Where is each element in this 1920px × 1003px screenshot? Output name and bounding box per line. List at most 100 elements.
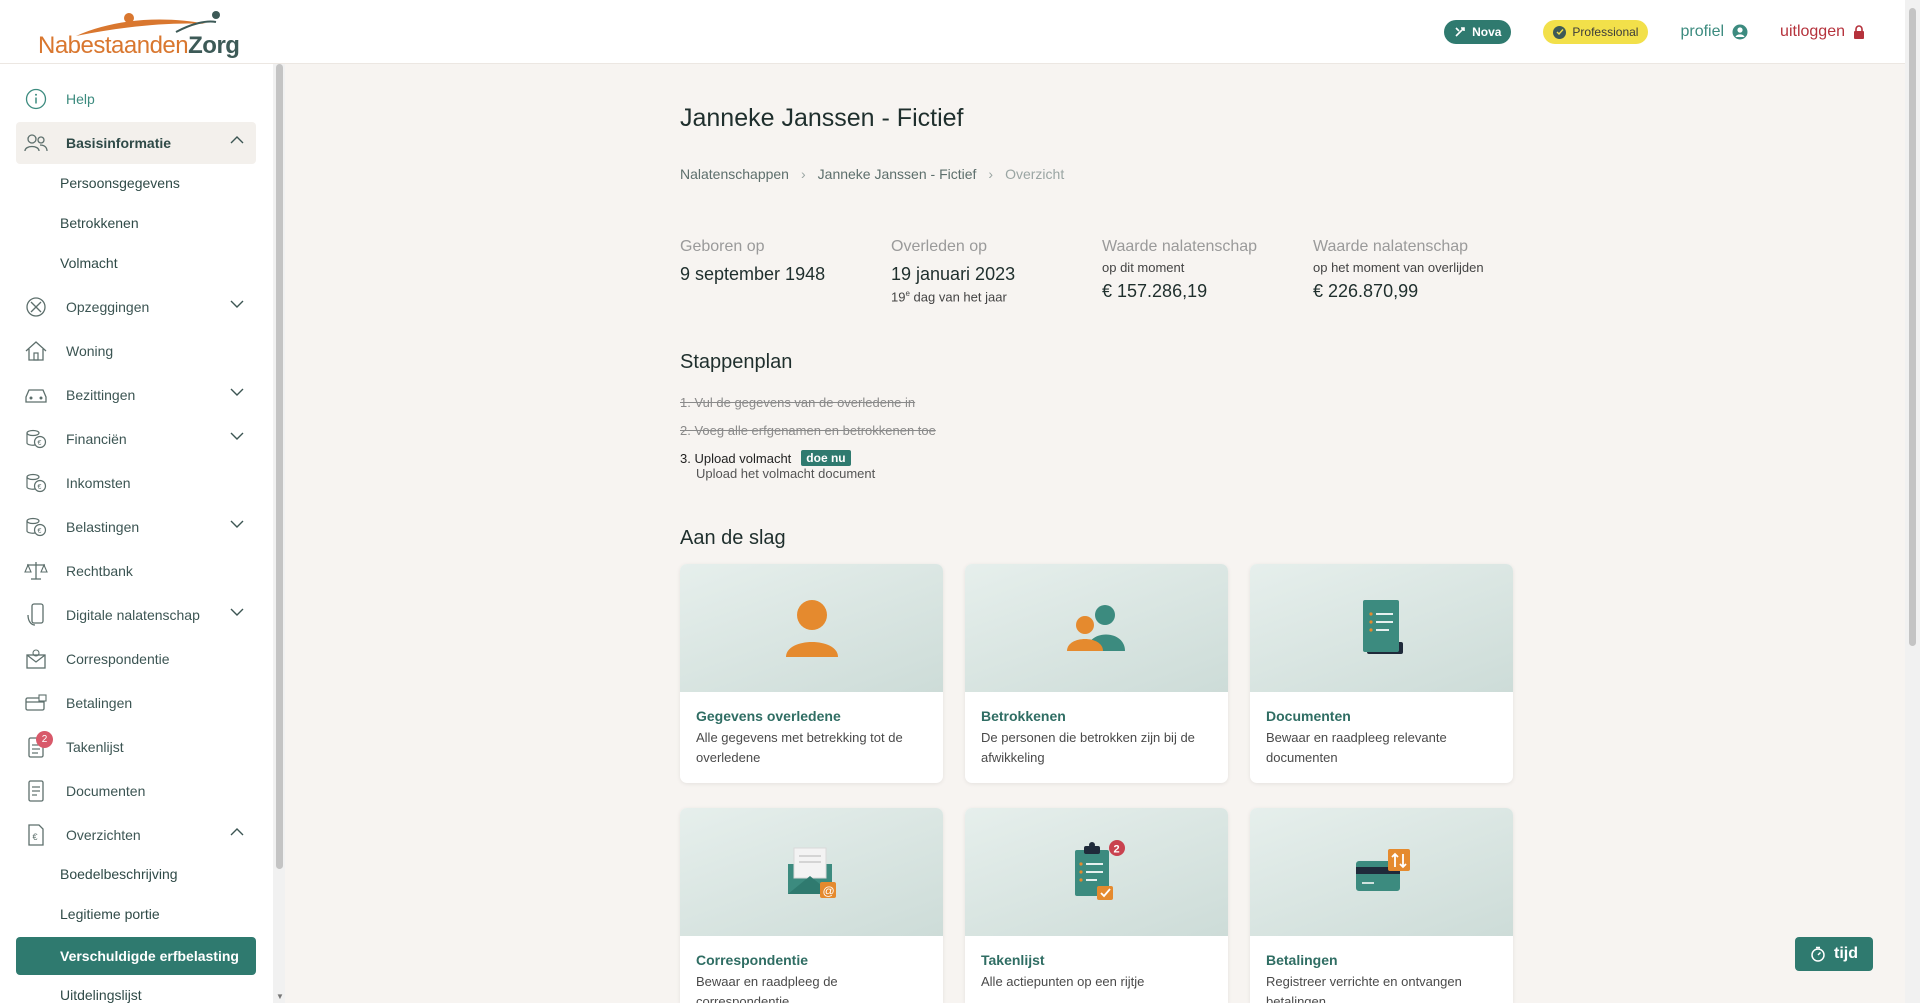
stat-born-label: Geboren op — [680, 238, 765, 255]
card-betrokkenen[interactable]: Betrokkenen De personen die betrokken zi… — [965, 564, 1228, 783]
coins-euro-icon: € — [22, 513, 50, 541]
sidebar: Help Basisinformatie Persoonsgegevens Be… — [0, 64, 285, 1003]
stat-value-death: Waarde nalatenschap op het moment van ov… — [1313, 238, 1553, 302]
step-2: 2. Voeg alle erfgenamen en betrokkenen t… — [680, 422, 936, 438]
sidebar-item-woning[interactable]: Woning — [16, 330, 256, 372]
logo[interactable]: NabestaandenZorg — [36, 10, 240, 60]
chevron-up-icon — [230, 136, 244, 144]
coins-euro-icon: € — [22, 469, 50, 497]
card-correspondentie[interactable]: @ Correspondentie Bewaar en raadpleeg de… — [680, 808, 943, 1003]
check-circle-icon — [1553, 25, 1567, 39]
sidebar-item-belastingen[interactable]: € Belastingen — [16, 506, 256, 548]
scroll-down-arrow-icon[interactable]: ▼ — [276, 992, 284, 1001]
sidebar-item-overzichten[interactable]: € Overzichten — [16, 814, 256, 856]
main-scrollbar[interactable] — [1905, 0, 1920, 1003]
card-description: De personen die betrokken zijn bij de af… — [981, 730, 1195, 765]
card-title: Betrokkenen — [981, 708, 1066, 724]
takenlijst-count-badge: 2 — [36, 731, 53, 748]
card-description: Alle gegevens met betrekking tot de over… — [696, 730, 903, 765]
lock-icon — [1854, 25, 1864, 39]
envelope-at-icon: @ — [787, 847, 836, 898]
stat-value-death-label: Waarde nalatenschap — [1313, 238, 1469, 255]
stat-value-now-value: € 157.286,19 — [1102, 281, 1208, 301]
svg-text:@: @ — [822, 884, 834, 898]
sidebar-scrollbar[interactable]: ▼ — [273, 64, 285, 1003]
top-bar: NabestaandenZorg Nova Professional profi… — [0, 0, 1905, 64]
stat-value-now: Waarde nalatenschap op dit moment € 157.… — [1102, 238, 1302, 302]
logout-link[interactable]: uitloggen — [1780, 23, 1865, 41]
mail-at-icon — [22, 645, 50, 673]
people-icon — [1066, 605, 1125, 651]
stappenplan-heading: Stappenplan — [680, 351, 793, 373]
stat-value-now-label: Waarde nalatenschap — [1102, 238, 1258, 255]
card-gegevens-overledene[interactable]: Gegevens overledene Alle gegevens met be… — [680, 564, 943, 783]
breadcrumb-current: Overzicht — [1005, 166, 1065, 182]
card-description: Alle actiepunten op een rijtje — [981, 974, 1145, 989]
stat-died-value: 19 januari 2023 — [891, 264, 1016, 284]
takenlijst-card-badge: 2 — [1113, 844, 1119, 856]
stat-born-value: 9 september 1948 — [680, 264, 826, 284]
step-3-description: Upload het volmacht document — [696, 466, 876, 481]
aan-de-slag-heading: Aan de slag — [680, 527, 786, 549]
sidebar-item-opzeggingen[interactable]: Opzeggingen — [16, 286, 256, 328]
payment-card-icon — [22, 689, 50, 717]
chevron-down-icon — [230, 388, 244, 396]
sidebar-item-volmacht[interactable]: Volmacht — [60, 255, 118, 271]
sidebar-item-help[interactable]: Help — [16, 78, 256, 120]
svg-text:€: € — [38, 528, 42, 535]
user-circle-icon — [1732, 24, 1748, 40]
stat-value-death-sub: op het moment van overlijden — [1313, 260, 1484, 275]
card-description: Registreer verrichte en ontvangen betali… — [1266, 974, 1462, 1003]
car-icon — [22, 381, 50, 409]
card-betalingen[interactable]: Betalingen Registreer verrichte en ontva… — [1250, 808, 1513, 1003]
sidebar-item-correspondentie[interactable]: Correspondentie — [16, 638, 256, 680]
card-description: Bewaar en raadpleeg relevante documenten — [1266, 730, 1447, 765]
main-scrollbar-thumb[interactable] — [1909, 8, 1916, 646]
clipboard-list-icon: 2 — [22, 731, 53, 761]
chevron-up-icon — [230, 828, 244, 836]
house-icon — [22, 337, 50, 365]
phone-hand-icon — [22, 601, 50, 629]
svg-text:€: € — [38, 484, 42, 491]
sidebar-item-betalingen[interactable]: Betalingen — [16, 682, 256, 724]
card-title: Gegevens overledene — [696, 708, 841, 724]
document-stack-icon — [1362, 600, 1403, 654]
sidebar-item-persoonsgegevens[interactable]: Persoonsgegevens — [60, 175, 180, 191]
clipboard-tasks-icon: 2 — [1074, 840, 1125, 900]
logo-text: NabestaandenZorg — [38, 32, 240, 59]
sidebar-item-legitieme-portie[interactable]: Legitieme portie — [60, 906, 160, 922]
card-takenlijst[interactable]: 2 Takenlijst Alle actiepunten op een rij… — [965, 808, 1228, 1003]
page-title: Janneke Janssen - Fictief — [680, 104, 964, 132]
nova-badge[interactable]: Nova — [1444, 20, 1512, 44]
profile-link[interactable]: profiel — [1680, 23, 1748, 41]
sidebar-item-boedelbeschrijving[interactable]: Boedelbeschrijving — [60, 866, 178, 882]
sidebar-item-rechtbank[interactable]: Rechtbank — [16, 550, 256, 592]
card-title: Takenlijst — [981, 952, 1045, 968]
stopwatch-icon — [1811, 946, 1825, 962]
stat-died-note: 19e dag van het jaar — [891, 289, 1007, 305]
sidebar-item-basisinformatie[interactable]: Basisinformatie — [16, 122, 256, 164]
sidebar-item-documenten[interactable]: Documenten — [16, 770, 256, 812]
person-icon — [785, 600, 838, 657]
sidebar-item-inkomsten[interactable]: € Inkomsten — [16, 462, 256, 504]
sidebar-item-digitale-nalatenschap[interactable]: Digitale nalatenschap — [16, 594, 256, 636]
cancel-circle-icon — [22, 293, 50, 321]
chevron-down-icon — [230, 608, 244, 616]
card-documenten[interactable]: Documenten Bewaar en raadpleeg relevante… — [1250, 564, 1513, 783]
stat-born: Geboren op 9 september 1948 — [680, 238, 880, 285]
breadcrumb-person[interactable]: Janneke Janssen - Fictief — [818, 166, 977, 182]
step-1: 1. Vul de gegevens van de overledene in — [680, 394, 916, 410]
sidebar-item-financien[interactable]: € Financiën — [16, 418, 256, 460]
doe-nu-button[interactable]: doe nu — [801, 450, 851, 466]
breadcrumb-nalatenschappen[interactable]: Nalatenschappen — [680, 166, 789, 182]
card-title: Betalingen — [1266, 952, 1338, 968]
sidebar-item-uitdelingslijst[interactable]: Uitdelingslijst — [60, 987, 142, 1003]
sidebar-item-bezittingen[interactable]: Bezittingen — [16, 374, 256, 416]
tools-icon — [1455, 27, 1465, 37]
tijd-button[interactable]: tijd — [1795, 937, 1873, 971]
sidebar-item-takenlijst[interactable]: 2 Takenlijst — [16, 726, 256, 768]
sidebar-item-betrokkenen[interactable]: Betrokkenen — [60, 215, 139, 231]
stat-died-label: Overleden op — [891, 238, 988, 255]
sidebar-item-verschuldigde-erfbelasting[interactable]: Verschuldigde erfbelasting — [16, 937, 256, 975]
sidebar-scrollbar-thumb[interactable] — [276, 64, 283, 869]
